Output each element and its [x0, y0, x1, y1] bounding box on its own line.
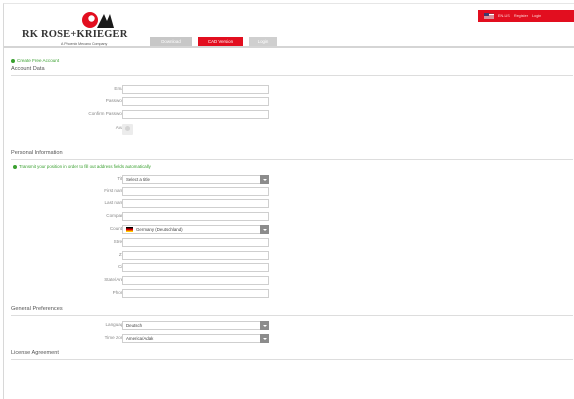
phone-field[interactable]	[122, 289, 269, 298]
city-row: City *	[11, 263, 573, 272]
password-row: Password *	[11, 97, 573, 106]
email-field[interactable]	[122, 85, 269, 94]
zip-row: ZIP *	[11, 251, 573, 260]
first-name-row: First name *	[11, 187, 573, 196]
phone-row: Phone *	[11, 289, 573, 298]
locate-hint[interactable]: Transmit your position in order to fill …	[13, 164, 151, 169]
tab-divider	[4, 46, 574, 48]
timezone-select[interactable]: America/Adak	[122, 334, 269, 343]
nav-tabs: Download CAD Version Login	[150, 37, 277, 46]
confirm-password-field[interactable]	[122, 110, 269, 119]
chevron-down-icon[interactable]	[260, 334, 269, 343]
top-bar: EN-US Register Login	[478, 10, 574, 22]
plus-circle-icon	[11, 58, 15, 63]
title-select-value: Select a title	[126, 177, 150, 182]
preferences-section-title: General Preferences	[11, 306, 573, 316]
location-icon	[13, 164, 17, 169]
zip-field[interactable]	[122, 251, 269, 260]
timezone-row: Time zone * America/Adak	[11, 334, 573, 343]
password-field[interactable]	[122, 97, 269, 106]
country-select-value: Germany (Deutschland)	[136, 227, 183, 232]
street-row: Street *	[11, 238, 573, 247]
company-row: Company *	[11, 212, 573, 221]
avatar-row: Avatar	[11, 124, 573, 135]
license-section: License Agreement	[11, 350, 573, 360]
create-account-label: Create Free Account	[17, 58, 60, 63]
germany-flag-icon	[126, 227, 133, 232]
chevron-down-icon[interactable]	[260, 321, 269, 330]
state-row: State/Area *	[11, 276, 573, 285]
company-field[interactable]	[122, 212, 269, 221]
language-select[interactable]: Deutsch	[122, 321, 269, 330]
tab-login[interactable]: Login	[249, 37, 277, 46]
first-name-field[interactable]	[122, 187, 269, 196]
email-row: Email *	[11, 85, 573, 94]
brand-logo-mark-icon	[82, 12, 114, 28]
title-select[interactable]: Select a title	[122, 175, 269, 184]
street-field[interactable]	[122, 238, 269, 247]
last-name-row: Last name *	[11, 199, 573, 208]
city-field[interactable]	[122, 263, 269, 272]
last-name-field[interactable]	[122, 199, 269, 208]
language-link[interactable]: EN-US	[498, 14, 510, 18]
language-row: Language * Deutsch	[11, 321, 573, 330]
avatar-upload[interactable]	[122, 124, 133, 135]
personal-section: Personal Information Transmit your posit…	[11, 150, 573, 298]
login-link[interactable]: Login	[532, 14, 541, 18]
state-field[interactable]	[122, 276, 269, 285]
country-select[interactable]: Germany (Deutschland)	[122, 225, 269, 234]
brand-logo[interactable]: RK ROSE+KRIEGER A Phoenix Mecano Company	[22, 11, 132, 49]
language-select-value: Deutsch	[126, 323, 143, 328]
us-flag-icon[interactable]	[484, 13, 494, 19]
account-section-title: Account Data	[11, 66, 573, 76]
license-section-title: License Agreement	[11, 350, 573, 360]
chevron-down-icon[interactable]	[260, 225, 269, 234]
register-link[interactable]: Register	[514, 14, 528, 18]
confirm-password-row: Confirm Password *	[11, 110, 573, 119]
confirm-password-label: Confirm Password	[88, 111, 126, 116]
chevron-down-icon[interactable]	[260, 175, 269, 184]
country-row: Country * Germany (Deutschland)	[11, 225, 573, 234]
tab-download[interactable]: Download	[150, 37, 192, 46]
account-section: Account Data Email * Password * Confirm …	[11, 66, 573, 135]
locate-hint-text: Transmit your position in order to fill …	[19, 164, 151, 169]
personal-section-title: Personal Information	[11, 150, 573, 160]
brand-name: RK ROSE+KRIEGER	[22, 29, 128, 40]
title-row: Title * Select a title	[11, 175, 573, 184]
preferences-section: General Preferences Language * Deutsch T…	[11, 306, 573, 343]
create-account-link[interactable]: Create Free Account	[11, 58, 59, 63]
tab-cad-version[interactable]: CAD Version	[198, 37, 243, 46]
timezone-select-value: America/Adak	[126, 336, 154, 341]
